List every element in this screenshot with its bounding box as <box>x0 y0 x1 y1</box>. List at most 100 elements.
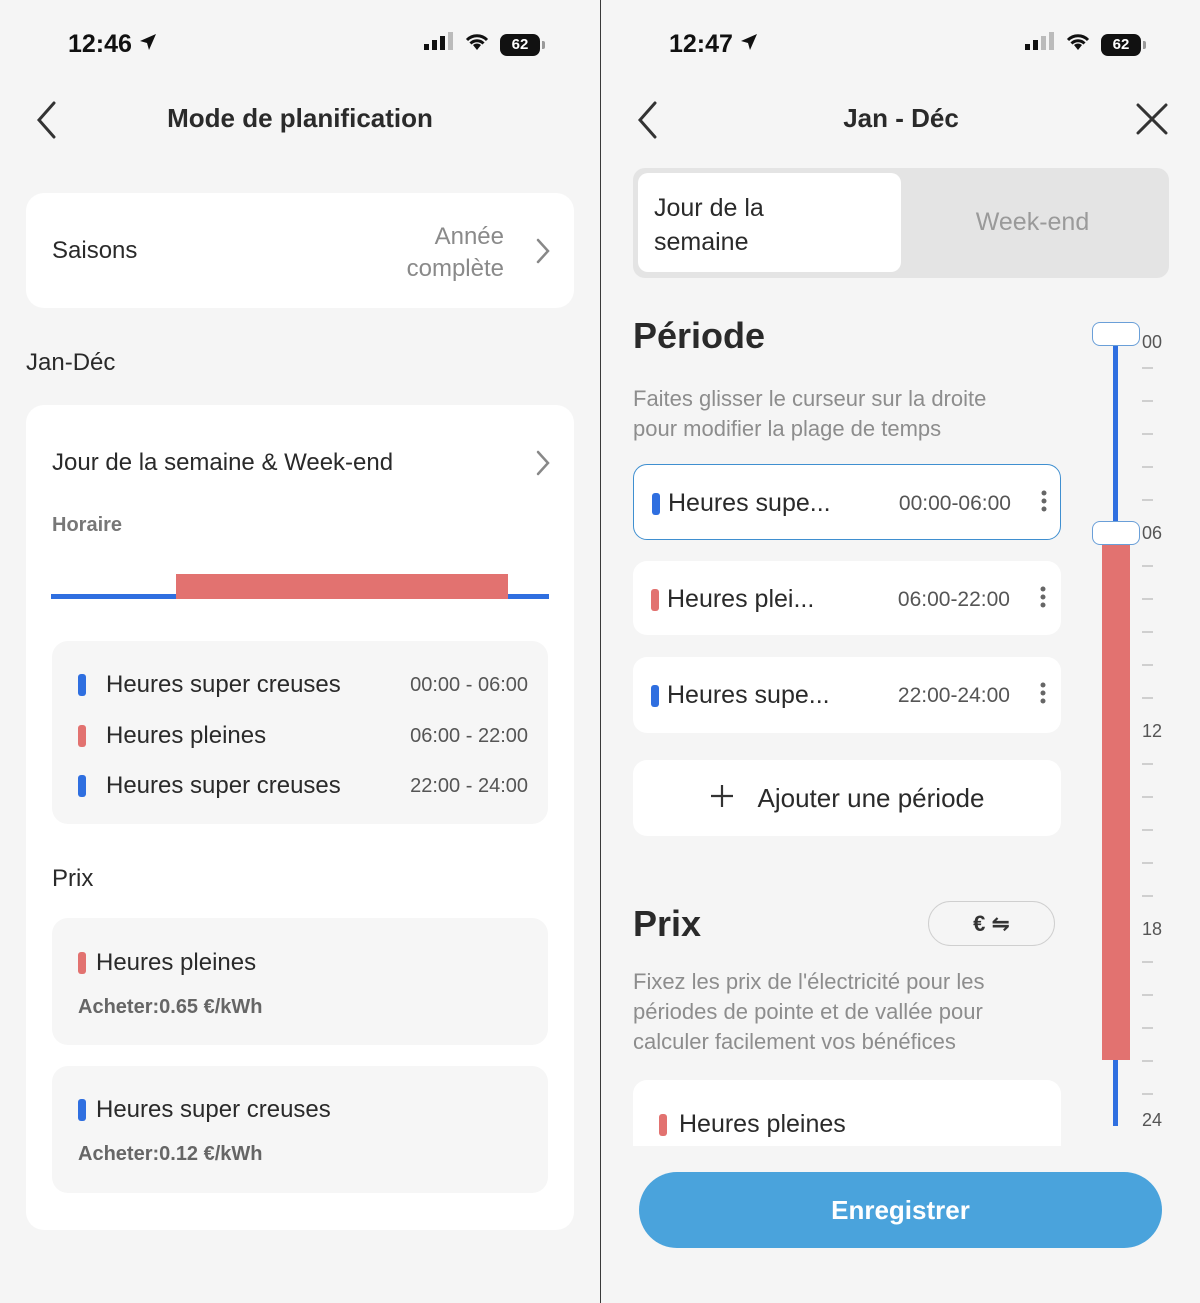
row-name: Heures super creuses <box>106 772 341 799</box>
slider-tick <box>1142 664 1153 666</box>
tab-weekday[interactable]: Jour de la semaine <box>638 173 901 272</box>
color-bar <box>652 492 660 515</box>
schedule-row: Heures super creuses 00:00 - 06:00 <box>78 671 528 699</box>
period-row: Heures supe... 22:00-24:00 <box>651 681 1046 710</box>
location-arrow-icon <box>739 30 759 59</box>
status-time: 12:47 <box>669 30 759 59</box>
page-title: Jan - Déc <box>843 103 959 133</box>
color-bar <box>78 725 86 747</box>
slider-tick <box>1142 631 1153 633</box>
right-screen: 12:47 62 Jan - Déc Jour de la semaine We… <box>601 0 1200 1303</box>
battery-nub <box>542 40 545 49</box>
price-name: Heures super creuses <box>96 1096 331 1123</box>
price-name: Heures pleines <box>96 949 257 976</box>
add-period-button[interactable]: Ajouter une période <box>633 760 1061 836</box>
close-icon[interactable] <box>1135 102 1169 141</box>
wifi-icon <box>1065 32 1091 57</box>
color-bar <box>651 684 659 707</box>
row-name: Heures pleines <box>106 722 267 749</box>
periode-desc-line1: Faites glisser le curseur sur la droite <box>633 386 987 411</box>
currency-toggle-button[interactable]: € ⇋ <box>928 901 1055 946</box>
prix-desc-line1: Fixez les prix de l'électricité pour les <box>633 969 985 994</box>
section-title: Jan-Déc <box>26 349 116 376</box>
price-card[interactable]: Heures pleines Acheter:0.65 €/kWh <box>52 918 548 1045</box>
period-item[interactable]: Heures supe... 22:00-24:00 <box>633 657 1061 733</box>
period-item[interactable]: Heures supe... 00:00-06:00 <box>633 464 1061 540</box>
slider-handle-peak[interactable] <box>1092 521 1140 545</box>
slider-tick <box>1142 1060 1153 1062</box>
seasons-card[interactable]: Saisons Année complète <box>26 193 574 308</box>
slider-tick <box>1142 466 1153 468</box>
page-title: Mode de planification <box>167 103 433 133</box>
color-bar <box>78 952 86 974</box>
slider-tick <box>1142 433 1153 435</box>
slider-label: 12 <box>1142 721 1163 741</box>
signal-icon <box>1025 32 1055 57</box>
slider-tick <box>1142 763 1153 765</box>
back-icon[interactable] <box>635 100 661 145</box>
periode-title: Période <box>633 315 766 356</box>
period-name: Heures plei... <box>667 585 815 613</box>
add-period-label: Ajouter une période <box>757 782 985 813</box>
slider-tick <box>1142 796 1153 798</box>
chevron-right-icon[interactable] <box>536 450 550 476</box>
price-value: Acheter:0.12 €/kWh <box>78 1143 263 1165</box>
slider-label: 06 <box>1142 523 1163 543</box>
slider-tick <box>1142 367 1153 369</box>
more-vertical-icon[interactable] <box>1040 681 1046 710</box>
prix-desc-line3: calculer facilement vos bénéfices <box>633 1029 956 1054</box>
color-bar <box>659 1113 667 1136</box>
slider-tick <box>1142 994 1153 996</box>
prix-item-card[interactable]: Heures pleines <box>633 1080 1061 1146</box>
status-icons: 62 <box>424 32 545 57</box>
prix-title: Prix <box>633 903 702 944</box>
schedule-card: Jour de la semaine & Week-end Horaire He… <box>26 405 574 1230</box>
period-item[interactable]: Heures plei... 06:00-22:00 <box>633 561 1061 635</box>
battery-icon: 62 <box>1101 33 1141 56</box>
slider-peak-range <box>1102 532 1130 1060</box>
wifi-icon <box>464 32 490 57</box>
seasons-value: Année complète <box>407 221 504 285</box>
back-icon[interactable] <box>34 100 60 145</box>
slider-tick <box>1142 961 1153 963</box>
slider-tick <box>1142 1093 1153 1095</box>
battery-nub <box>1143 40 1146 49</box>
row-name: Heures super creuses <box>106 671 341 698</box>
prix-label: Prix <box>52 865 94 892</box>
prix-desc-line2: périodes de pointe et de vallée pour <box>633 999 983 1024</box>
slider-label: 18 <box>1142 919 1163 939</box>
prix-item-name: Heures pleines <box>679 1110 846 1138</box>
timeline-peak-segment <box>176 574 508 599</box>
location-arrow-icon <box>138 30 158 59</box>
slider-tick <box>1142 400 1153 402</box>
schedule-title[interactable]: Jour de la semaine & Week-end <box>52 449 393 477</box>
day-type-tabs: Jour de la semaine Week-end <box>633 168 1169 278</box>
row-range: 00:00 - 06:00 <box>410 673 528 696</box>
row-range: 06:00 - 22:00 <box>410 724 528 747</box>
period-range: 06:00-22:00 <box>897 587 1010 611</box>
color-bar <box>78 775 86 797</box>
time-slider[interactable]: 00 06 12 18 24 <box>1086 320 1196 1140</box>
seasons-value-line1: Année <box>434 223 504 250</box>
tab-weekday-line2: semaine <box>654 228 749 256</box>
period-range: 22:00-24:00 <box>897 683 1010 707</box>
more-vertical-icon[interactable] <box>1041 489 1047 518</box>
slider-tick <box>1142 829 1153 831</box>
slider-label: 00 <box>1142 332 1163 352</box>
slider-tick <box>1142 598 1153 600</box>
slider-scale: 00 06 12 18 24 <box>1142 332 1192 1132</box>
period-range: 00:00-06:00 <box>898 491 1011 515</box>
period-name: Heures supe... <box>667 681 830 709</box>
price-card[interactable]: Heures super creuses Acheter:0.12 €/kWh <box>52 1066 548 1193</box>
status-icons: 62 <box>1025 32 1146 57</box>
tab-weekend[interactable]: Week-end <box>901 173 1164 272</box>
slider-handle-start[interactable] <box>1092 322 1140 346</box>
slider-tick <box>1142 697 1153 699</box>
more-vertical-icon[interactable] <box>1040 585 1046 614</box>
seasons-value-line2: complète <box>406 255 504 282</box>
schedule-row: Heures super creuses 22:00 - 24:00 <box>78 772 528 800</box>
save-button[interactable]: Enregistrer <box>639 1172 1162 1248</box>
slider-tick <box>1142 1027 1153 1029</box>
horaire-label: Horaire <box>52 514 123 536</box>
signal-icon <box>424 32 454 57</box>
